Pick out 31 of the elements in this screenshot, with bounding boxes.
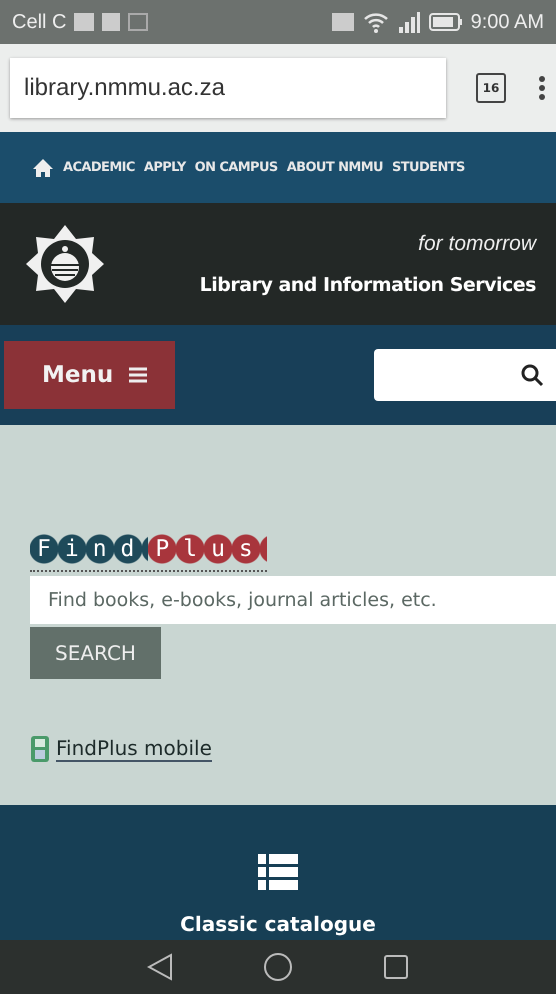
signal-icon <box>396 11 421 33</box>
findplus-mobile-link[interactable]: FindPlus mobile <box>56 736 212 762</box>
menu-icon <box>129 367 148 383</box>
tab-count-button[interactable]: 16 <box>476 73 506 103</box>
recent-apps-icon[interactable] <box>383 954 409 980</box>
carrier-name: Cell C <box>12 10 66 34</box>
more-options-icon[interactable] <box>538 75 546 101</box>
battery-icon <box>428 12 463 32</box>
nav-link[interactable]: ABOUT NMMU <box>286 160 383 175</box>
nav-link[interactable]: STUDENTS <box>392 160 465 175</box>
search-icon[interactable] <box>520 363 544 387</box>
home-icon[interactable] <box>32 158 54 178</box>
nav-link[interactable]: ON CAMPUS <box>194 160 278 175</box>
url-field[interactable]: library.nmmu.ac.za <box>10 58 446 118</box>
menu-button[interactable]: Menu <box>4 341 175 409</box>
wifi-icon <box>362 11 389 33</box>
mobile-phone-icon <box>30 735 50 763</box>
site-title: Library and Information Services <box>200 274 536 296</box>
catalogue-search-field[interactable]: Find books, e-books, journal articles, etc. <box>30 576 556 624</box>
logo-word: Plus <box>148 532 267 566</box>
list-icon[interactable] <box>258 854 298 890</box>
back-icon[interactable] <box>147 953 173 981</box>
classic-catalogue-link[interactable]: Classic catalogue <box>180 912 376 936</box>
search-button[interactable]: SEARCH <box>30 627 161 679</box>
search-field[interactable] <box>374 349 556 401</box>
nav-link[interactable]: APPLY <box>144 160 186 175</box>
home-button-icon[interactable] <box>263 952 293 982</box>
nav-link[interactable]: ACADEMIC <box>63 160 135 175</box>
clock-time: 9:00 AM <box>470 10 544 34</box>
tagline: for tomorrow <box>418 232 536 256</box>
logo-word: Find <box>30 532 148 566</box>
